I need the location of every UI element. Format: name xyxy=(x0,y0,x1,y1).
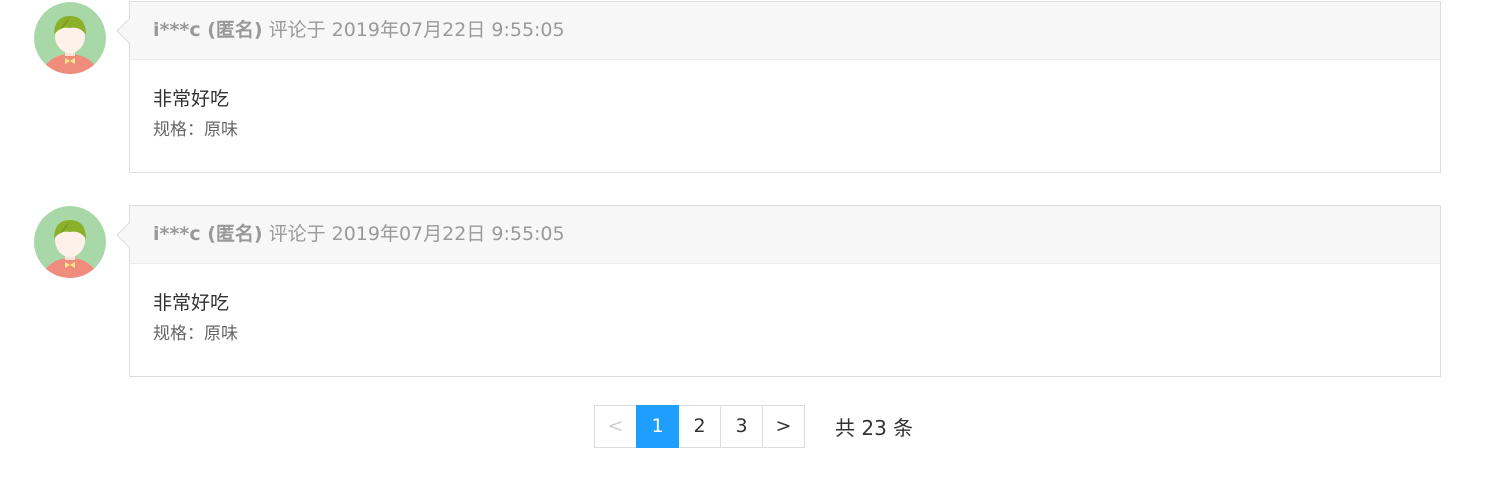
comment-text: 非常好吃 xyxy=(153,292,230,314)
comment-card: i***c (匿名) 评论于 2019年07月22日 9:55:05 非常好吃 规… xyxy=(116,1,1441,173)
comment-text: 非常好吃 xyxy=(153,88,230,110)
prev-page-button[interactable]: < xyxy=(594,404,637,448)
comment-username: i***c (匿名) xyxy=(153,223,263,245)
comment-header: i***c (匿名) 评论于 2019年07月22日 9:55:05 xyxy=(130,206,1440,264)
user-avatar-icon xyxy=(34,2,106,74)
page-button-1[interactable]: 1 xyxy=(636,404,679,448)
comment-meta: 评论于 2019年07月22日 9:55:05 xyxy=(268,19,565,41)
total-count: 共 23 条 xyxy=(835,415,914,440)
comment-meta: 评论于 2019年07月22日 9:55:05 xyxy=(268,223,565,245)
comment-spec: 规格：原味 xyxy=(153,324,238,344)
pagination: < 1 2 3 > 共 23 条 xyxy=(594,404,914,448)
comment-header: i***c (匿名) 评论于 2019年07月22日 9:55:05 xyxy=(130,2,1440,60)
comment-item: i***c (匿名) 评论于 2019年07月22日 9:55:05 非常好吃 规… xyxy=(0,1,1490,173)
page-button-3[interactable]: 3 xyxy=(720,404,763,448)
page-button-2[interactable]: 2 xyxy=(678,404,721,448)
user-avatar-icon xyxy=(34,206,106,278)
next-page-button[interactable]: > xyxy=(762,404,805,448)
comment-username: i***c (匿名) xyxy=(153,19,263,41)
comment-item: i***c (匿名) 评论于 2019年07月22日 9:55:05 非常好吃 规… xyxy=(0,205,1490,377)
comment-card: i***c (匿名) 评论于 2019年07月22日 9:55:05 非常好吃 规… xyxy=(116,205,1441,377)
comment-spec: 规格：原味 xyxy=(153,120,238,140)
